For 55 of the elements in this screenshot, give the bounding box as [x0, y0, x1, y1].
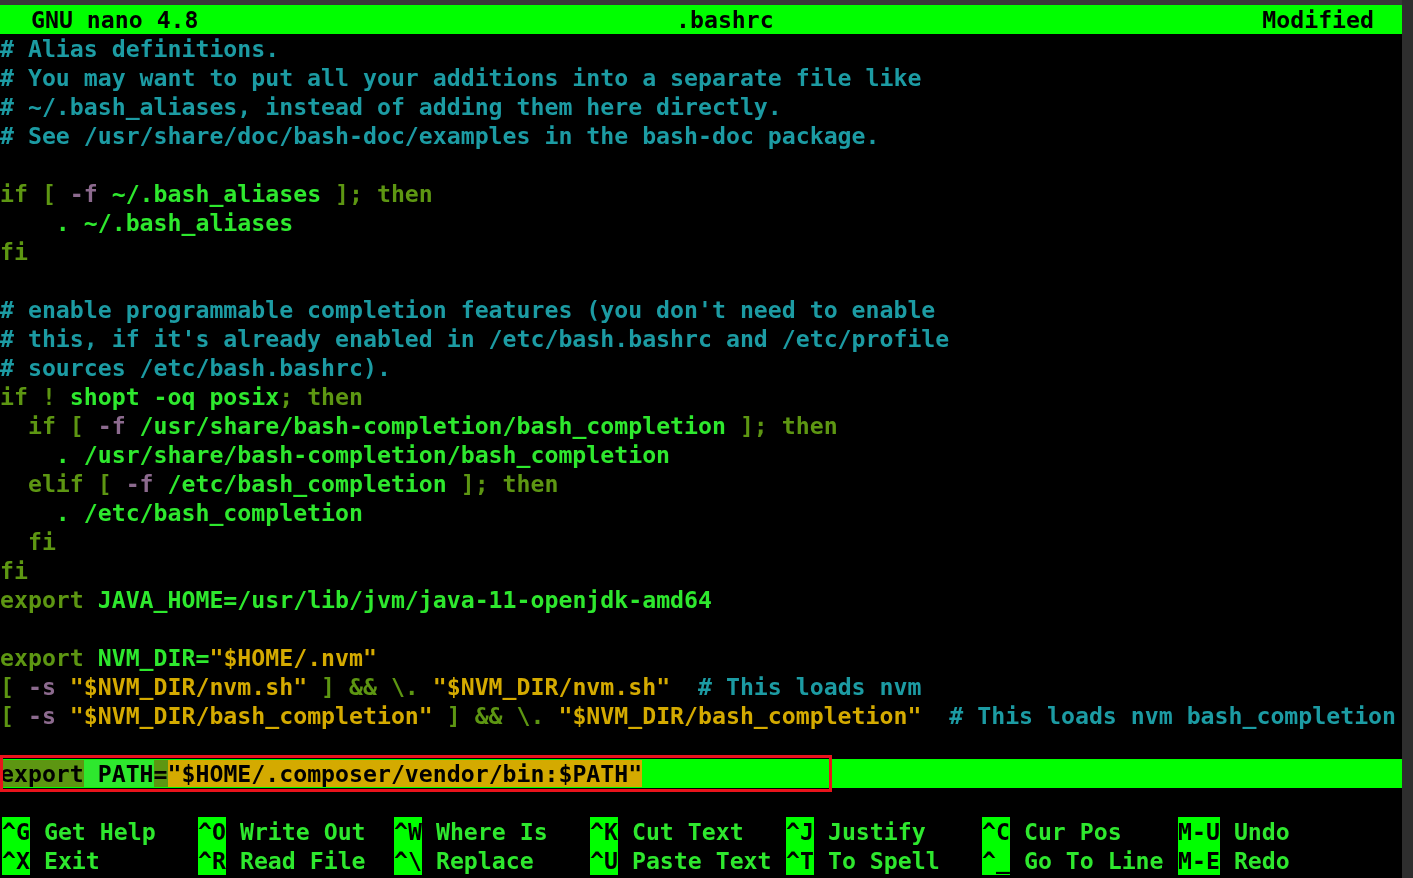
- code-line: # ~/.bash_aliases, instead of adding them here directly.: [0, 92, 783, 121]
- code-line: [ -s "$NVM_DIR/nvm.sh" ] && \. "$NVM_DIR/nvm.sh" # This loads nvm: [0, 672, 923, 701]
- key-badge: ^\: [394, 846, 422, 875]
- shortcut-label: Redo: [1233, 846, 1290, 875]
- shortcut-label: Exit: [43, 846, 100, 875]
- shortcut-label: To Spell: [827, 846, 940, 875]
- code-line: if [ -f /usr/share/bash-completion/bash_completion ]; then: [26, 411, 839, 440]
- shortcut-label: Paste Text: [631, 846, 772, 875]
- shortcut-label: Cut Text: [631, 817, 744, 846]
- code-line: elif [ -f /etc/bash_completion ]; then: [26, 469, 560, 498]
- shortcut-label: Justify: [827, 817, 926, 846]
- shortcut-label: Write Out: [239, 817, 366, 846]
- code-line: fi: [0, 237, 29, 266]
- code-line: . ~/.bash_aliases: [54, 208, 295, 237]
- code-line: # this, if it's already enabled in /etc/bash.bashrc and /etc/profile: [0, 324, 951, 353]
- key-badge: ^X: [2, 846, 30, 875]
- highlighted-token: PATH: [83, 760, 154, 787]
- key-badge: ^_: [982, 846, 1010, 875]
- code-line: export JAVA_HOME=/usr/lib/jvm/java-11-openjdk-amd64: [0, 585, 713, 614]
- key-badge: ^T: [786, 846, 814, 875]
- key-badge: ^C: [982, 817, 1010, 846]
- shortcut-label: Cur Pos: [1023, 817, 1122, 846]
- code-line: # enable programmable completion features (you don't need to enable: [0, 295, 937, 324]
- key-badge: ^U: [590, 846, 618, 875]
- shortcut-label: Read File: [239, 846, 366, 875]
- key-badge: ^K: [590, 817, 618, 846]
- code-line: [ -s "$NVM_DIR/bash_completion" ] && \. "$NVM_DIR/bash_completion" # This loads nvm bash_completion: [0, 701, 1398, 730]
- key-badge: ^J: [786, 817, 814, 846]
- file-name: .bashrc: [676, 5, 774, 34]
- modified-status: Modified: [1262, 5, 1374, 34]
- code-line: . /usr/share/bash-completion/bash_completion: [54, 440, 672, 469]
- shortcut-label: Undo: [1233, 817, 1290, 846]
- key-badge: ^G: [2, 817, 30, 846]
- code-line: # sources /etc/bash.bashrc).: [0, 353, 392, 382]
- key-badge: ^R: [198, 846, 226, 875]
- code-line: export NVM_DIR="$HOME/.nvm": [0, 643, 378, 672]
- highlighted-token: "$HOME/.composer/vendor/bin:$PATH": [167, 760, 643, 787]
- highlighted-token: export: [0, 760, 84, 787]
- shortcut-label: Where Is: [435, 817, 548, 846]
- code-line: . /etc/bash_completion: [54, 498, 364, 527]
- key-badge: M-U: [1178, 817, 1220, 846]
- key-badge: ^O: [198, 817, 226, 846]
- code-line: # You may want to put all your additions into a separate file like: [0, 63, 923, 92]
- app-version: GNU nano 4.8: [31, 5, 199, 34]
- code-line: if [ -f ~/.bash_aliases ]; then: [0, 179, 434, 208]
- shortcut-label: Replace: [435, 846, 534, 875]
- code-line: if ! shopt -oq posix; then: [0, 382, 364, 411]
- code-line: # See /usr/share/doc/bash-doc/examples in the bash-doc package.: [0, 121, 881, 150]
- shortcut-label: Get Help: [43, 817, 156, 846]
- key-badge: ^W: [394, 817, 422, 846]
- code-line: fi: [0, 556, 29, 585]
- code-line: fi: [26, 527, 57, 556]
- shortcut-label: Go To Line: [1023, 846, 1164, 875]
- key-badge: M-E: [1178, 846, 1220, 875]
- code-line: # Alias definitions.: [0, 34, 281, 63]
